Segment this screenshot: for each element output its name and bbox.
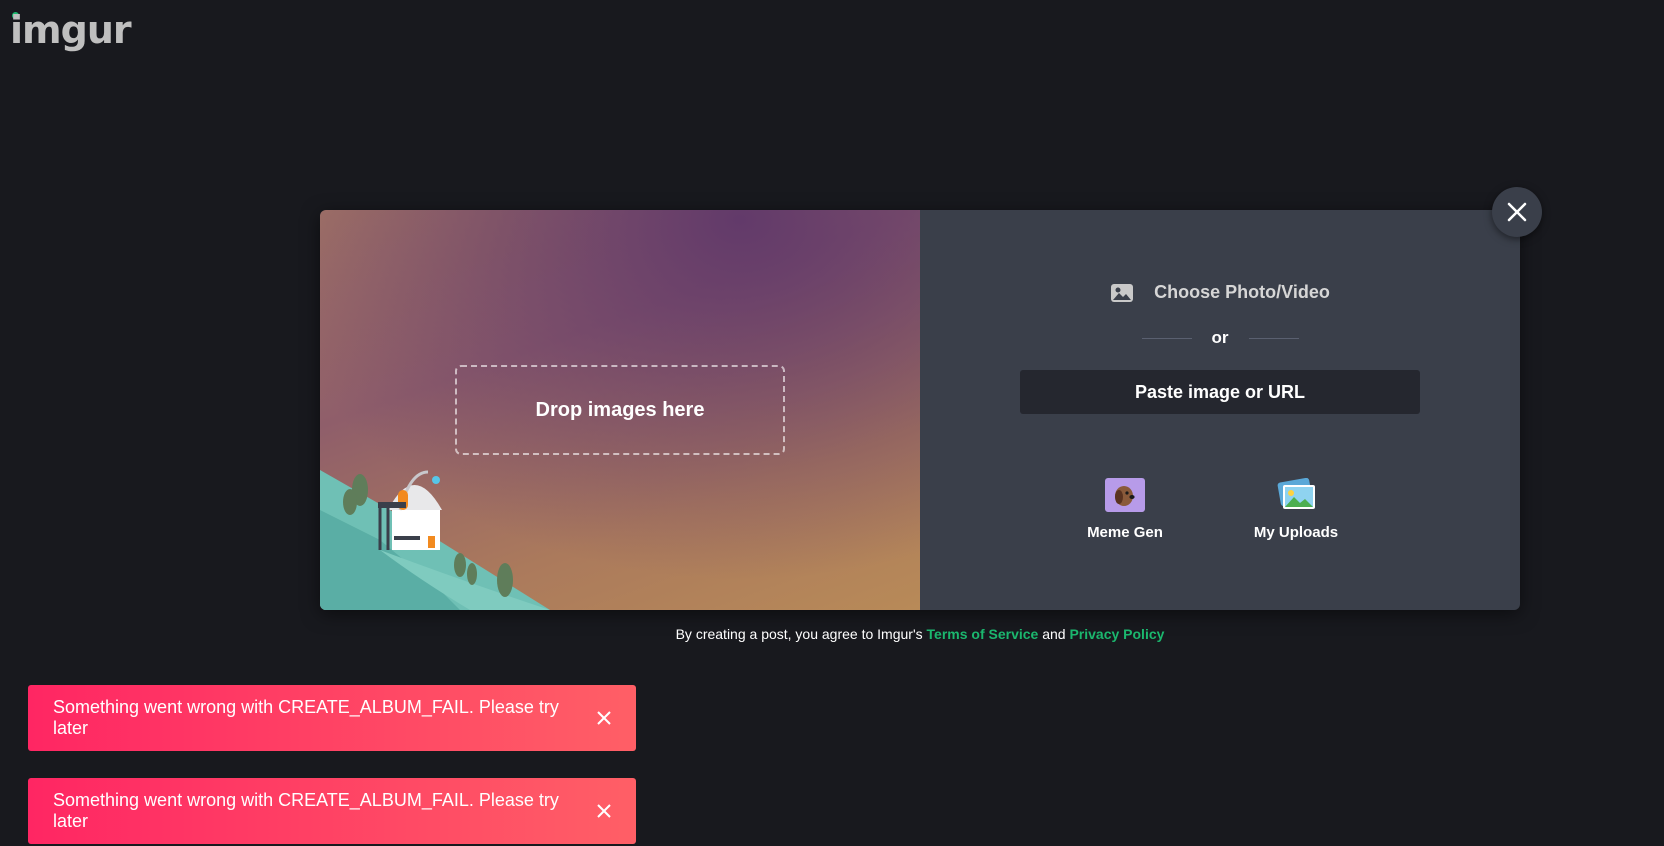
my-uploads-label: My Uploads xyxy=(1253,524,1339,541)
close-modal-button[interactable] xyxy=(1492,187,1542,237)
privacy-policy-link[interactable]: Privacy Policy xyxy=(1069,626,1164,642)
error-toast-message: Something went wrong with CREATE_ALBUM_F… xyxy=(53,790,559,831)
imgur-logo[interactable]: imgur xyxy=(10,8,132,52)
drop-area-panel[interactable]: Drop images here xyxy=(320,210,920,610)
image-icon xyxy=(1111,283,1134,302)
choose-photo-video-label: Choose Photo/Video xyxy=(1154,282,1330,302)
drop-zone[interactable]: Drop images here xyxy=(455,365,785,455)
or-label: or xyxy=(1211,328,1229,347)
terms-of-service-link[interactable]: Terms of Service xyxy=(927,626,1039,642)
meme-gen-button[interactable]: Meme Gen xyxy=(1075,478,1175,541)
agreement-conjunction: and xyxy=(1042,626,1066,642)
or-divider: or xyxy=(920,328,1520,348)
paste-image-url-button[interactable]: Paste image or URL xyxy=(1020,370,1420,414)
error-toast-message: Something went wrong with CREATE_ALBUM_F… xyxy=(53,697,559,738)
dismiss-toast-button[interactable] xyxy=(584,698,624,738)
agreement-text: By creating a post, you agree to Imgur's xyxy=(675,626,923,642)
close-icon xyxy=(597,804,611,818)
error-toast: Something went wrong with CREATE_ALBUM_F… xyxy=(28,685,636,751)
terms-agreement: By creating a post, you agree to Imgur's… xyxy=(320,626,1520,642)
drop-zone-label: Drop images here xyxy=(535,398,705,421)
close-icon xyxy=(597,711,611,725)
divider-line-right xyxy=(1248,337,1299,339)
dismiss-toast-button[interactable] xyxy=(584,791,624,831)
page: imgur Drop images here Choose Photo/Vide… xyxy=(0,0,1664,846)
meme-gen-icon xyxy=(1105,478,1145,512)
paste-image-url-label: Paste image or URL xyxy=(1134,381,1306,402)
divider-line-left xyxy=(1141,337,1192,339)
my-uploads-button[interactable]: My Uploads xyxy=(1246,478,1346,541)
close-icon xyxy=(1507,202,1527,222)
my-uploads-icon xyxy=(1277,478,1315,509)
error-toast: Something went wrong with CREATE_ALBUM_F… xyxy=(28,778,636,844)
upload-options-panel: Choose Photo/Video or Paste image or URL xyxy=(920,210,1520,610)
choose-photo-video-button[interactable]: Choose Photo/Video xyxy=(920,282,1520,303)
upload-modal: Drop images here Choose Photo/Video or P… xyxy=(320,210,1520,610)
meme-gen-label: Meme Gen xyxy=(1087,524,1163,541)
